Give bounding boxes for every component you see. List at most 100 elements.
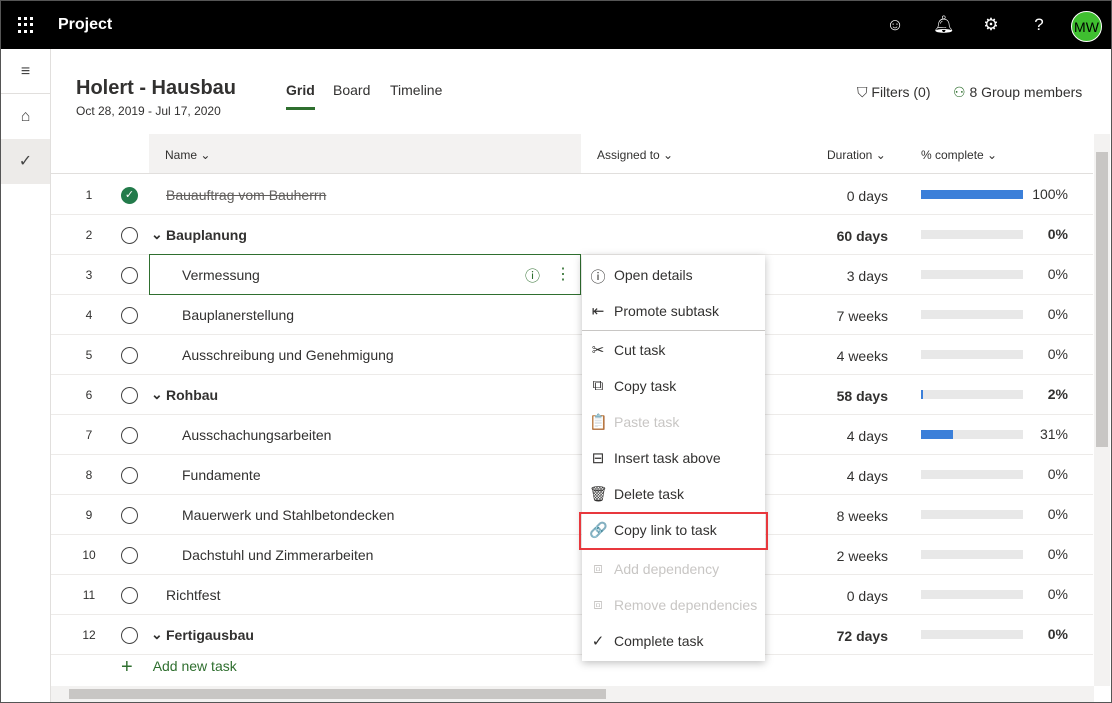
row-number: 10 bbox=[82, 548, 96, 562]
row-number: 11 bbox=[82, 588, 96, 602]
table-row[interactable]: 1 ✓ Bauauftrag vom Bauherrn 0 days 100% bbox=[51, 175, 1093, 215]
completion-circle[interactable] bbox=[121, 627, 138, 644]
avatar[interactable]: MW bbox=[1071, 11, 1102, 42]
menu-item-label: Add dependency bbox=[614, 561, 720, 577]
task-duration: 3 days bbox=[846, 268, 888, 284]
progress-bar bbox=[921, 230, 1023, 239]
horizontal-scrollbar[interactable] bbox=[51, 686, 1094, 702]
filters-button[interactable]: ⛉ Filters (0) bbox=[857, 84, 931, 101]
group-members-button[interactable]: ⚇ 8 Group members bbox=[953, 84, 1082, 101]
task-name[interactable]: Ausschachungsarbeiten bbox=[182, 427, 331, 443]
column-duration[interactable]: Duration ⌄ bbox=[827, 148, 886, 162]
task-name[interactable]: Rohbau bbox=[166, 387, 218, 403]
tab-timeline[interactable]: Timeline bbox=[390, 82, 442, 98]
completion-circle[interactable]: ✓ bbox=[121, 187, 138, 204]
completion-circle[interactable] bbox=[121, 547, 138, 564]
table-row[interactable]: 2 ⌄ Bauplanung 60 days 0% bbox=[51, 215, 1093, 255]
smiley-icon[interactable]: ☺ bbox=[885, 15, 905, 35]
menu-item-cut-task[interactable]: ✂ Cut task bbox=[582, 333, 765, 369]
row-number: 12 bbox=[82, 628, 96, 642]
selected-cell[interactable]: ⓘ ⋮ bbox=[149, 254, 581, 295]
task-name[interactable]: Richtfest bbox=[166, 587, 220, 603]
vertical-scrollbar[interactable] bbox=[1094, 134, 1110, 686]
task-name[interactable]: Ausschreibung und Genehmigung bbox=[182, 347, 394, 363]
table-row[interactable]: 12 ⌄ Fertigausbau 72 days 0% bbox=[51, 615, 1093, 655]
tasks-check-icon[interactable]: ✓ bbox=[1, 139, 50, 184]
menu-item-insert-task-above[interactable]: ⊟ Insert task above bbox=[582, 441, 765, 477]
menu-item-delete-task[interactable]: 🗑 Delete task bbox=[582, 477, 765, 513]
progress-bar bbox=[921, 430, 1023, 439]
tab-board[interactable]: Board bbox=[333, 82, 370, 98]
completion-circle[interactable] bbox=[121, 347, 138, 364]
task-name[interactable]: Mauerwerk und Stahlbetondecken bbox=[182, 507, 394, 523]
menu-item-copy-task[interactable]: ⧉ Copy task bbox=[582, 369, 765, 405]
home-icon[interactable]: ⌂ bbox=[1, 94, 50, 139]
completion-circle[interactable] bbox=[121, 587, 138, 604]
task-name[interactable]: Fundamente bbox=[182, 467, 261, 483]
add-new-task-button[interactable]: + Add new task bbox=[121, 656, 237, 679]
menu-item-open-details[interactable]: ⓘ Open details bbox=[582, 258, 765, 294]
top-bar: Project ☺ 🔔︎ ⚙ ? MW bbox=[1, 1, 1111, 49]
bell-icon[interactable]: 🔔︎ bbox=[933, 15, 955, 35]
menu-item-promote-subtask[interactable]: ⇤ Promote subtask bbox=[582, 294, 765, 330]
hamburger-icon[interactable]: ≡ bbox=[1, 49, 50, 94]
task-duration: 72 days bbox=[836, 628, 888, 644]
tab-grid[interactable]: Grid bbox=[286, 82, 315, 98]
completion-circle[interactable] bbox=[121, 387, 138, 404]
row-number: 3 bbox=[85, 268, 93, 282]
scissors-icon: ✂ bbox=[591, 342, 605, 359]
table-row[interactable]: 8 Fundamente 4 days 0% bbox=[51, 455, 1093, 495]
task-name[interactable]: Fertigausbau bbox=[166, 627, 254, 643]
completion-circle[interactable] bbox=[121, 307, 138, 324]
task-percent: 0% bbox=[1047, 226, 1068, 242]
highlight-box bbox=[579, 512, 768, 550]
context-menu: ⓘ Open details ⇤ Promote subtask ✂ Cut task ⧉ C… bbox=[582, 255, 765, 661]
task-duration: 58 days bbox=[836, 388, 888, 404]
gear-icon[interactable]: ⚙ bbox=[981, 15, 1001, 35]
progress-bar bbox=[921, 630, 1023, 639]
table-row[interactable]: 4 Bauplanerstellung 7 weeks 0% bbox=[51, 295, 1093, 335]
menu-item-label: Cut task bbox=[614, 342, 666, 358]
filter-icon: ⛉ bbox=[857, 84, 872, 100]
menu-item-remove-dependencies: ⧈ Remove dependencies bbox=[582, 588, 765, 624]
help-icon[interactable]: ? bbox=[1029, 15, 1049, 35]
progress-bar bbox=[921, 590, 1023, 599]
row-number: 6 bbox=[85, 388, 93, 402]
check-circle-icon: ✓ bbox=[591, 633, 605, 650]
table-row[interactable]: 5 Ausschreibung und Genehmigung 4 weeks … bbox=[51, 335, 1093, 375]
waffle-icon[interactable] bbox=[18, 17, 34, 33]
column-assigned[interactable]: Assigned to ⌄ bbox=[597, 148, 673, 162]
trash-icon: 🗑 bbox=[589, 486, 609, 503]
chevron-down-icon[interactable]: ⌄ bbox=[151, 386, 163, 403]
task-name[interactable]: Bauauftrag vom Bauherrn bbox=[166, 187, 326, 203]
completion-circle[interactable] bbox=[121, 467, 138, 484]
row-number: 8 bbox=[85, 468, 93, 482]
column-complete[interactable]: % complete ⌄ bbox=[921, 148, 997, 162]
task-duration: 8 weeks bbox=[836, 508, 888, 524]
completion-circle[interactable] bbox=[121, 507, 138, 524]
table-row[interactable]: 10 Dachstuhl und Zimmerarbeiten 2 weeks … bbox=[51, 535, 1093, 575]
app-name[interactable]: Project bbox=[58, 16, 112, 34]
column-name[interactable]: Name ⌄ bbox=[165, 148, 210, 162]
task-percent: 2% bbox=[1047, 386, 1068, 402]
menu-item-complete-task[interactable]: ✓ Complete task bbox=[582, 624, 765, 660]
progress-bar bbox=[921, 390, 1023, 399]
menu-item-label: Copy task bbox=[614, 378, 677, 394]
chevron-down-icon[interactable]: ⌄ bbox=[151, 626, 163, 643]
task-duration: 2 weeks bbox=[836, 548, 888, 564]
completion-circle[interactable] bbox=[121, 427, 138, 444]
completion-circle[interactable] bbox=[121, 227, 138, 244]
table-row[interactable]: 11 Richtfest 0 days 0% bbox=[51, 575, 1093, 615]
chevron-down-icon[interactable]: ⌄ bbox=[151, 226, 163, 243]
table-row[interactable]: 9 Mauerwerk und Stahlbetondecken 8 weeks… bbox=[51, 495, 1093, 535]
project-title: Holert - Hausbau bbox=[76, 77, 237, 99]
task-name[interactable]: Bauplanerstellung bbox=[182, 307, 294, 323]
row-number: 1 bbox=[85, 188, 93, 202]
task-name[interactable]: Dachstuhl und Zimmerarbeiten bbox=[182, 547, 373, 563]
table-row[interactable]: 6 ⌄ Rohbau 58 days 2% bbox=[51, 375, 1093, 415]
completion-circle[interactable] bbox=[121, 267, 138, 284]
more-options-icon[interactable]: ⋮ bbox=[555, 264, 571, 284]
task-name[interactable]: Bauplanung bbox=[166, 227, 247, 243]
info-icon[interactable]: ⓘ bbox=[525, 265, 540, 286]
table-row[interactable]: 7 Ausschachungsarbeiten 4 days 31% bbox=[51, 415, 1093, 455]
